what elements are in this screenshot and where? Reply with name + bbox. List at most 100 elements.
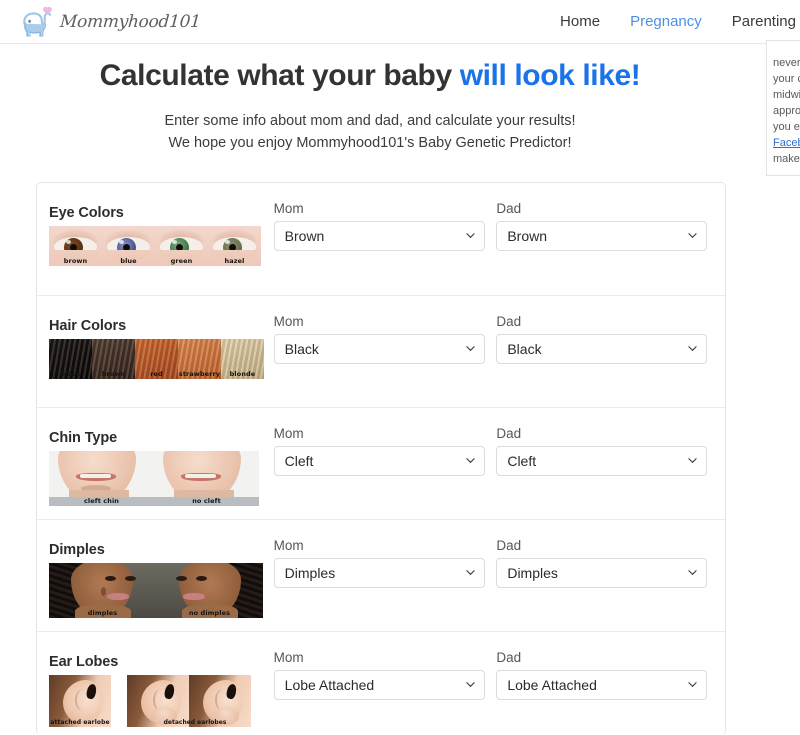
field-label-mom: Mom — [273, 426, 304, 441]
trait-row: Hair Colors black brown red strawberry b… — [37, 295, 725, 407]
nav-item-parenting[interactable]: Parenting — [732, 13, 796, 30]
field-label-mom: Mom — [273, 201, 304, 216]
field-label-dad: Dad — [496, 650, 522, 665]
side-panel-line-2: your c — [773, 73, 800, 85]
side-panel-line-4: approp — [773, 105, 800, 117]
hair-swatch-caption: brown — [101, 370, 126, 378]
select-value: Black — [284, 341, 319, 357]
field-label-mom: Mom — [273, 314, 304, 329]
side-info-panel: never your c midwi approp you ev Facebo … — [766, 40, 800, 176]
nav-item-pregnancy[interactable]: Pregnancy — [630, 13, 702, 30]
field-label-dad: Dad — [496, 538, 522, 553]
ear-lobes-dad-select[interactable]: Lobe Attached — [496, 670, 708, 700]
side-panel-line-5: you ev — [773, 121, 800, 133]
trait-dimples-info: Dimples dimples no dimples — [43, 520, 274, 618]
facebook-link[interactable]: Facebo — [773, 137, 800, 149]
ear-lobes-mom-field: Mom Lobe Attached — [273, 632, 497, 700]
trait-row: Eye Colors brown blue green hazel Mom Br… — [37, 183, 725, 295]
hero-subtitle-line2: We hope you enjoy Mommyhood101's Baby Ge… — [168, 135, 572, 152]
side-panel-line-1: never — [773, 57, 800, 69]
ear-swatch-attached: attached earlobe — [49, 675, 111, 727]
chin-type-mom-field: Mom Cleft — [273, 408, 497, 476]
dimples-swatch-dimples: dimples — [49, 563, 156, 618]
eye-color-dad-field: Dad Brown — [496, 183, 719, 251]
main-nav: Home Pregnancy Parenting — [560, 13, 796, 30]
dimples-swatch-caption: no dimples — [188, 609, 231, 617]
select-value: Brown — [507, 228, 548, 244]
ear-lobes-image-strip: attached earlobe detached earlobes — [49, 675, 274, 727]
hero-subtitle-line1: Enter some info about mom and dad, and c… — [164, 113, 576, 129]
dimples-mom-select[interactable]: Dimples — [273, 558, 485, 588]
eye-swatch-caption: green — [170, 257, 193, 265]
eye-swatch-green: green — [155, 226, 208, 266]
ear-lobes-dad-field: Dad Lobe Attached — [496, 632, 719, 700]
hair-swatch-red: red — [135, 339, 178, 379]
hair-swatch-strawberry: strawberry — [178, 339, 221, 379]
field-label-dad: Dad — [496, 426, 522, 441]
hair-color-dad-select[interactable]: Black — [496, 334, 708, 364]
field-label-mom: Mom — [273, 538, 304, 553]
nav-item-home[interactable]: Home — [560, 13, 600, 30]
select-value: Black — [507, 341, 542, 357]
select-value: Brown — [284, 228, 325, 244]
hair-color-dad-field: Dad Black — [496, 296, 719, 364]
trait-hair-colors-info: Hair Colors black brown red strawberry b… — [43, 296, 274, 379]
field-label-mom: Mom — [273, 650, 304, 665]
chevron-down-icon — [688, 680, 697, 689]
hair-swatch-caption: blonde — [229, 370, 256, 378]
hair-color-mom-field: Mom Black — [273, 296, 497, 364]
side-panel-line-3: midwi — [773, 89, 800, 101]
ear-lobes-mom-select[interactable]: Lobe Attached — [273, 670, 485, 700]
hair-color-image-strip: black brown red strawberry blonde — [49, 339, 274, 379]
side-panel-line-7: make — [773, 153, 800, 165]
hair-color-mom-select[interactable]: Black — [273, 334, 485, 364]
page-title: Calculate what your baby will look like! — [0, 58, 740, 94]
logo-text: Mommyhood101 — [59, 12, 202, 32]
hair-swatch-caption: black — [60, 370, 81, 378]
eye-swatch-caption: brown — [63, 257, 88, 265]
hair-swatch-black: black — [49, 339, 92, 379]
site-logo[interactable]: Mommyhood101 — [18, 4, 201, 40]
field-label-dad: Dad — [496, 314, 522, 329]
eye-swatch-brown: brown — [49, 226, 102, 266]
chin-type-mom-select[interactable]: Cleft — [273, 446, 485, 476]
hair-swatch-caption: strawberry — [178, 370, 221, 378]
dimples-dad-field: Dad Dimples — [496, 520, 719, 588]
eye-swatch-caption: hazel — [224, 257, 245, 265]
page-root: Mommyhood101 Home Pregnancy Parenting Ca… — [0, 0, 800, 735]
chin-type-dad-field: Dad Cleft — [496, 408, 719, 476]
eye-swatch-caption: blue — [120, 257, 137, 265]
dimples-dad-select[interactable]: Dimples — [496, 558, 708, 588]
elephant-icon — [23, 6, 52, 37]
chin-type-image-strip: cleft chin no cleft — [49, 451, 274, 506]
chin-type-dad-select[interactable]: Cleft — [496, 446, 708, 476]
chevron-down-icon — [688, 231, 697, 240]
hair-swatch-brown: brown — [92, 339, 135, 379]
select-value: Cleft — [507, 453, 537, 469]
eye-color-image-strip: brown blue green hazel — [49, 226, 274, 266]
ear-swatch-caption: detached earlobes — [163, 719, 227, 726]
chin-swatch-caption: cleft chin — [83, 497, 120, 505]
chin-swatch-caption: no cleft — [192, 497, 221, 505]
trait-title: Dimples — [49, 542, 105, 558]
chevron-down-icon — [466, 568, 475, 577]
eye-swatch-hazel: hazel — [208, 226, 261, 266]
chevron-down-icon — [466, 231, 475, 240]
chin-swatch-cleft: cleft chin — [49, 451, 154, 506]
select-value: Dimples — [284, 565, 336, 581]
select-value: Dimples — [507, 565, 558, 581]
site-header: Mommyhood101 Home Pregnancy Parenting — [0, 0, 800, 44]
trait-title: Hair Colors — [49, 318, 127, 334]
chevron-down-icon — [466, 344, 475, 353]
chevron-down-icon — [466, 456, 475, 465]
trait-ear-lobes-info: Ear Lobes attached earlobe detached earl… — [43, 632, 274, 727]
eye-color-dad-select[interactable]: Brown — [496, 221, 708, 251]
trait-row: Ear Lobes attached earlobe detached earl… — [37, 631, 725, 735]
page-title-accent: will look like! — [459, 59, 641, 92]
dimples-swatch-caption: dimples — [87, 609, 118, 617]
page-title-main: Calculate what your baby — [99, 59, 460, 92]
trait-title: Chin Type — [49, 430, 118, 446]
field-label-dad: Dad — [496, 201, 522, 216]
dimples-swatch-no-dimples: no dimples — [156, 563, 263, 618]
eye-color-mom-select[interactable]: Brown — [273, 221, 485, 251]
